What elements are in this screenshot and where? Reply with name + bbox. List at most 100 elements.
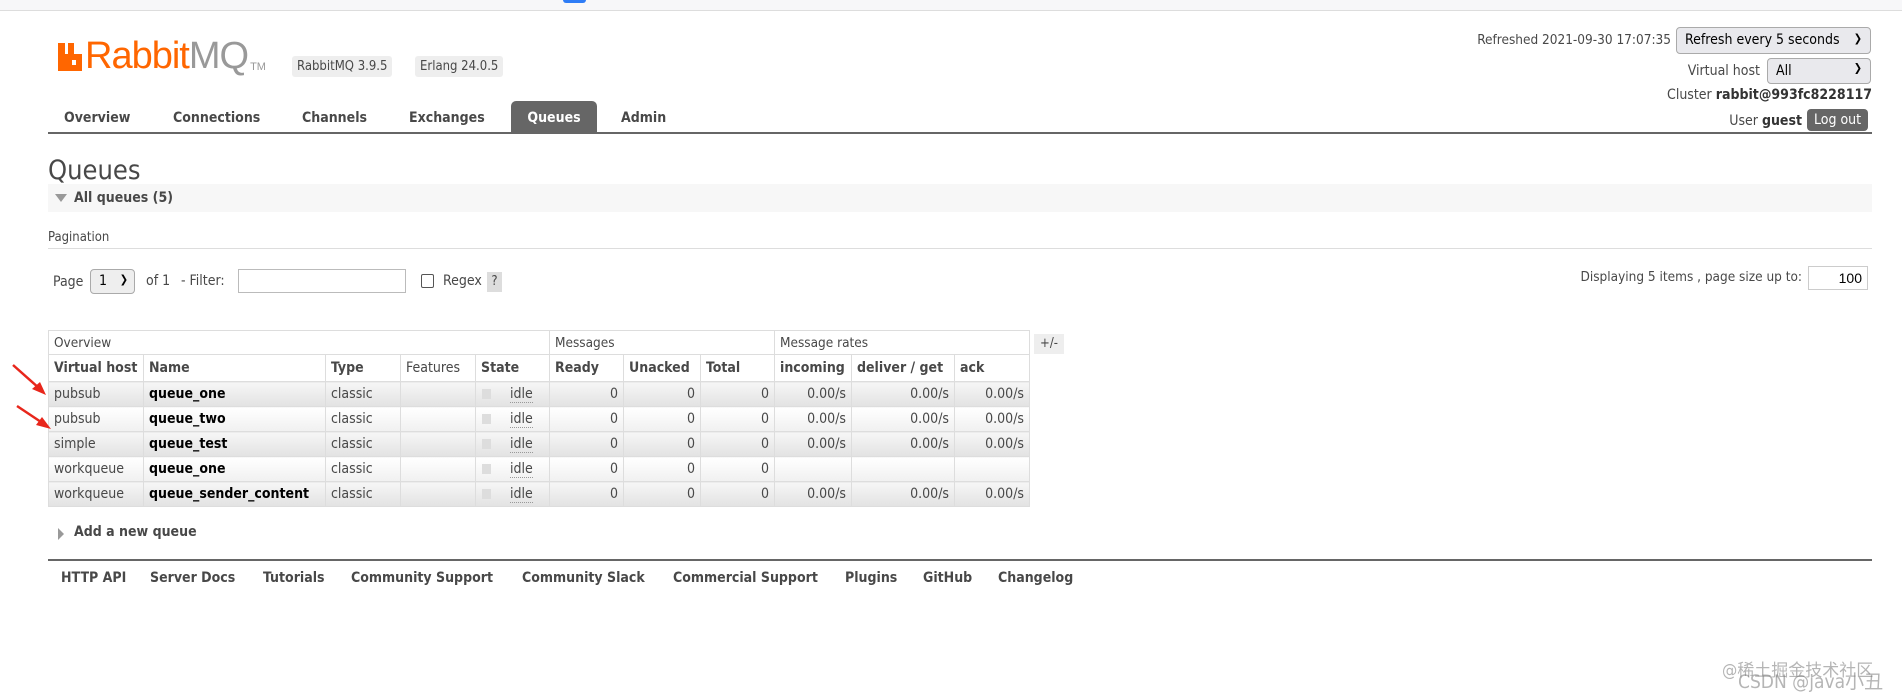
cell-name[interactable]: queue_sender_content bbox=[143, 481, 326, 507]
cell-unacked: 0 bbox=[623, 456, 701, 482]
cell-name[interactable]: queue_two bbox=[143, 406, 326, 432]
cell-ready: 0 bbox=[549, 431, 624, 457]
col-header-unacked[interactable]: Unacked bbox=[623, 354, 701, 382]
footer-link-community-support[interactable]: Community Support bbox=[351, 570, 493, 586]
cell-state: idle bbox=[475, 406, 550, 432]
cell-name[interactable]: queue_test bbox=[143, 431, 326, 457]
state-indicator-icon bbox=[482, 439, 491, 449]
logo-tm: TM bbox=[250, 61, 266, 73]
version-badge: RabbitMQ 3.9.5 bbox=[292, 56, 393, 77]
tab-connections[interactable]: Connections bbox=[157, 101, 276, 133]
col-header-state[interactable]: State bbox=[475, 354, 550, 382]
page-title: Queues bbox=[48, 155, 141, 186]
col-header-ready[interactable]: Ready bbox=[549, 354, 624, 382]
cell-vhost: workqueue bbox=[48, 456, 144, 482]
displaying-label: Displaying 5 items , page size up to: bbox=[1580, 269, 1803, 285]
cell-ack: 0.00/s bbox=[954, 481, 1030, 507]
cell-ready: 0 bbox=[549, 381, 624, 407]
col-header-name[interactable]: Name bbox=[143, 354, 326, 382]
cell-total: 0 bbox=[700, 456, 775, 482]
col-header-ack[interactable]: ack bbox=[954, 354, 1030, 382]
cell-name[interactable]: queue_one bbox=[143, 381, 326, 407]
vhost-label: Virtual host bbox=[1687, 63, 1760, 79]
regex-checkbox[interactable] bbox=[421, 274, 434, 288]
red-arrow-annotation bbox=[16, 404, 51, 429]
rabbit-logo-icon bbox=[58, 43, 82, 71]
chevron-down-icon: ❯ bbox=[1853, 31, 1862, 45]
tab-exchanges[interactable]: Exchanges bbox=[393, 101, 501, 133]
page-count: of 1 bbox=[146, 273, 171, 289]
cell-ready: 0 bbox=[549, 481, 624, 507]
footer-link-plugins[interactable]: Plugins bbox=[845, 570, 897, 586]
footer-link-http-api[interactable]: HTTP API bbox=[61, 570, 126, 586]
tab-overview[interactable]: Overview bbox=[48, 101, 146, 133]
tab-queues[interactable]: Queues bbox=[511, 101, 597, 133]
col-header-virtual-host[interactable]: Virtual host bbox=[48, 354, 144, 382]
regex-label: Regex bbox=[443, 273, 482, 289]
erlang-badge: Erlang 24.0.5 bbox=[415, 56, 504, 77]
col-header-deliver-get[interactable]: deliver / get bbox=[851, 354, 955, 382]
cell-unacked: 0 bbox=[623, 406, 701, 432]
cell-ack bbox=[954, 456, 1030, 482]
state-text: idle bbox=[510, 386, 533, 403]
refresh-interval-select[interactable]: Refresh every 5 seconds ❯ bbox=[1676, 27, 1871, 54]
col-header-incoming[interactable]: incoming bbox=[774, 354, 852, 382]
group-header-overview: Overview bbox=[48, 330, 550, 355]
page-label: Page bbox=[53, 274, 84, 290]
col-header-type[interactable]: Type bbox=[325, 354, 401, 382]
all-queues-section-toggle[interactable]: All queues (5) bbox=[48, 184, 1872, 212]
pagination-header: Pagination bbox=[48, 230, 1872, 249]
cell-state: idle bbox=[475, 381, 550, 407]
cell-deliver: 0.00/s bbox=[851, 481, 955, 507]
cell-total: 0 bbox=[700, 381, 775, 407]
queues-table: Overview Messages Message rates Virtual … bbox=[48, 330, 1030, 507]
rabbitmq-logo[interactable]: Rabbit MQ TM bbox=[58, 35, 266, 77]
cell-deliver: 0.00/s bbox=[851, 431, 955, 457]
footer-link-server-docs[interactable]: Server Docs bbox=[150, 570, 235, 586]
cell-ack: 0.00/s bbox=[954, 406, 1030, 432]
cell-deliver: 0.00/s bbox=[851, 406, 955, 432]
page-select[interactable]: 1 ❯ bbox=[90, 269, 135, 294]
cell-name[interactable]: queue_one bbox=[143, 456, 326, 482]
footer-link-commercial-support[interactable]: Commercial Support bbox=[673, 570, 818, 586]
cell-vhost: workqueue bbox=[48, 481, 144, 507]
refreshed-label: Refreshed 2021-09-30 17:07:35 bbox=[1477, 32, 1671, 48]
cell-total: 0 bbox=[700, 431, 775, 457]
filter-input[interactable] bbox=[238, 269, 406, 293]
col-header-total[interactable]: Total bbox=[700, 354, 775, 382]
cell-vhost: simple bbox=[48, 431, 144, 457]
regex-help-button[interactable]: ? bbox=[487, 272, 502, 292]
add-queue-label: Add a new queue bbox=[74, 524, 197, 540]
chevron-down-icon: ❯ bbox=[119, 272, 128, 286]
cell-ack: 0.00/s bbox=[954, 431, 1030, 457]
state-indicator-icon bbox=[482, 389, 491, 399]
page-size-input[interactable] bbox=[1808, 266, 1868, 290]
cell-features bbox=[400, 406, 476, 432]
state-indicator-icon bbox=[482, 414, 491, 424]
vhost-value: All bbox=[1776, 63, 1792, 79]
vhost-select[interactable]: All ❯ bbox=[1767, 58, 1871, 84]
col-header-features: Features bbox=[400, 354, 476, 382]
tab-channels[interactable]: Channels bbox=[286, 101, 383, 133]
cell-unacked: 0 bbox=[623, 431, 701, 457]
state-indicator-icon bbox=[482, 489, 491, 499]
footer-link-changelog[interactable]: Changelog bbox=[998, 570, 1073, 586]
footer-link-tutorials[interactable]: Tutorials bbox=[263, 570, 325, 586]
cell-unacked: 0 bbox=[623, 481, 701, 507]
columns-toggle-button[interactable]: +/- bbox=[1034, 334, 1064, 354]
footer-link-github[interactable]: GitHub bbox=[923, 570, 972, 586]
cell-unacked: 0 bbox=[623, 381, 701, 407]
cell-ack: 0.00/s bbox=[954, 381, 1030, 407]
filter-label: - Filter: bbox=[181, 273, 225, 289]
cell-type: classic bbox=[325, 481, 401, 507]
cell-type: classic bbox=[325, 456, 401, 482]
cell-total: 0 bbox=[700, 481, 775, 507]
cell-incoming: 0.00/s bbox=[774, 481, 852, 507]
footer-link-community-slack[interactable]: Community Slack bbox=[522, 570, 645, 586]
triangle-down-icon bbox=[55, 194, 67, 202]
chevron-down-icon: ❯ bbox=[1853, 61, 1862, 75]
state-text: idle bbox=[510, 461, 533, 478]
add-queue-toggle[interactable]: Add a new queue bbox=[58, 524, 197, 540]
logo-text-mq: MQ bbox=[188, 35, 249, 77]
tab-admin[interactable]: Admin bbox=[605, 101, 682, 133]
